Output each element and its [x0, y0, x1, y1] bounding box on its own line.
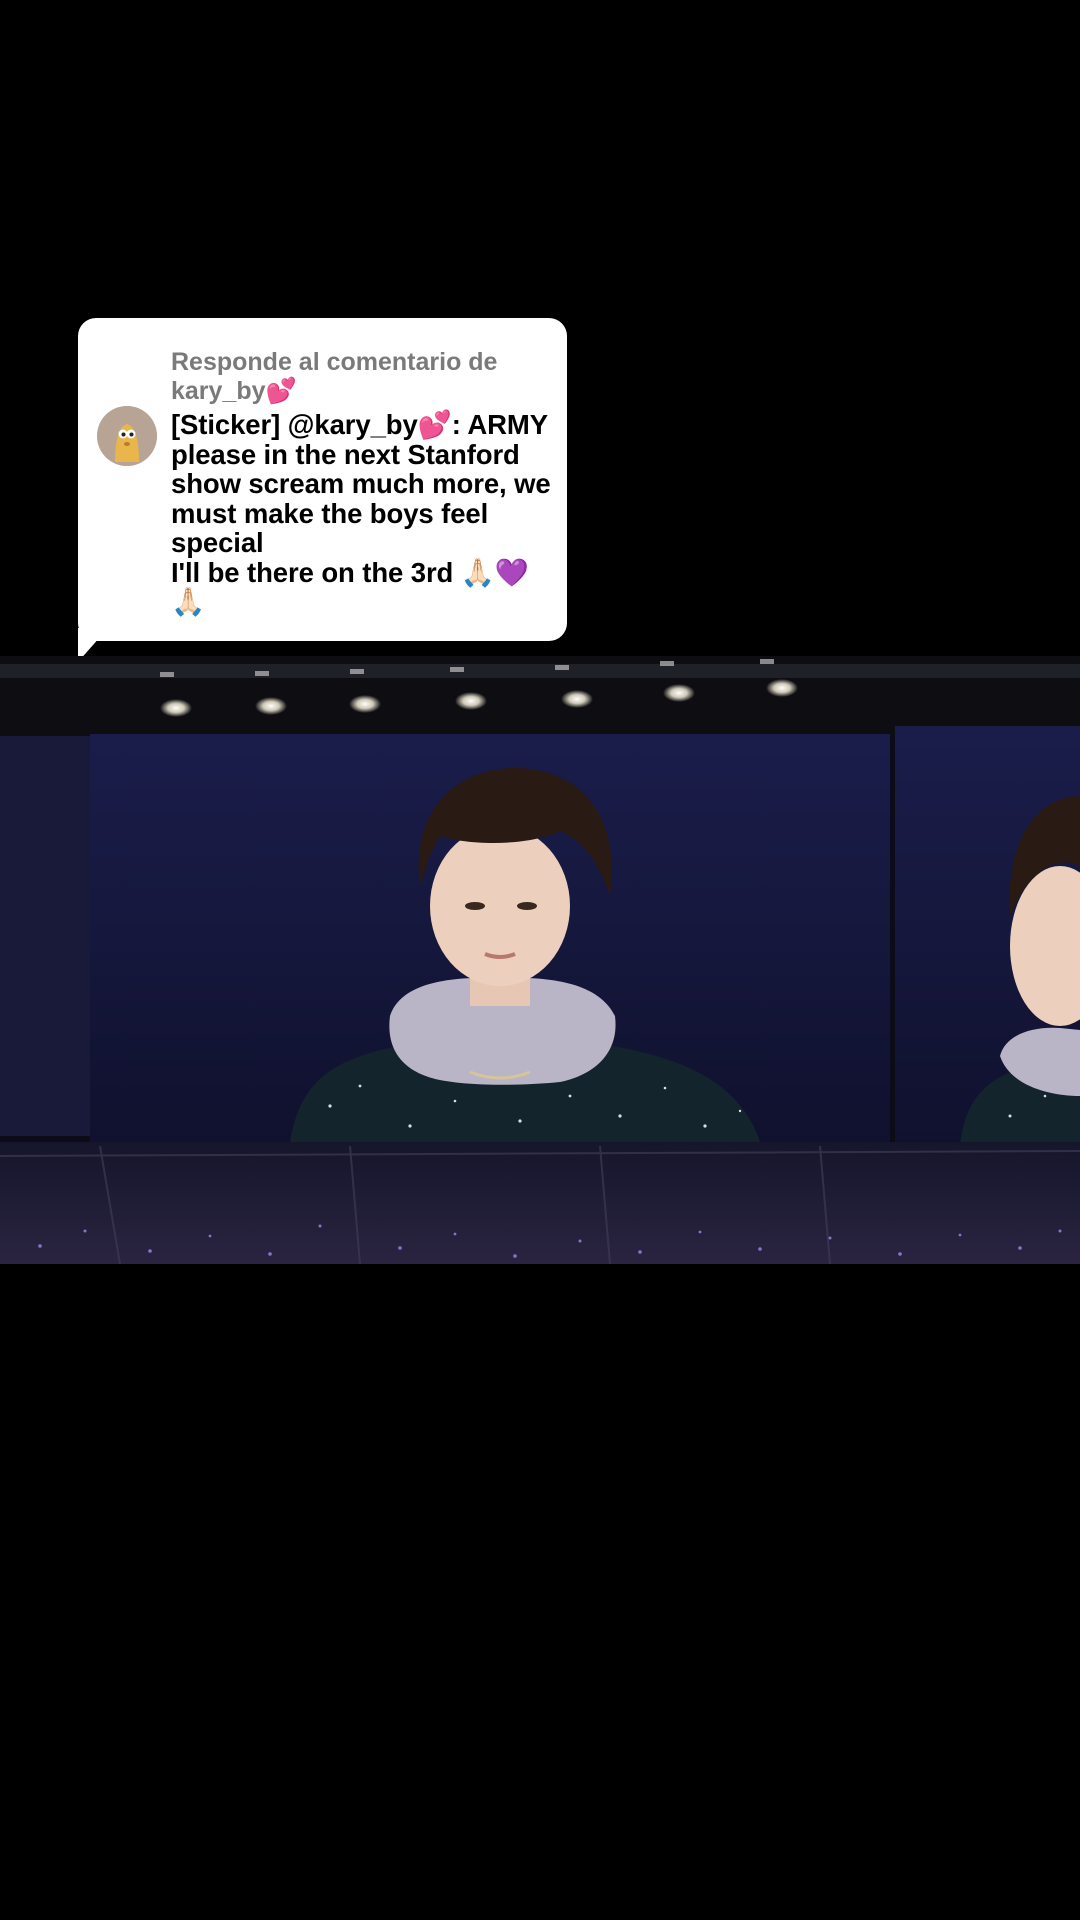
reply-comment-text: [Sticker] @kary_by💕: ARMY please in the … — [171, 409, 551, 617]
video-frame[interactable] — [0, 656, 1080, 1264]
commenter-avatar[interactable] — [97, 406, 157, 466]
reply-header-text: Responde al comentario de kary_by💕 — [171, 348, 505, 405]
cartoon-avatar-icon — [97, 406, 157, 466]
concert-screen-image — [0, 656, 1080, 1264]
